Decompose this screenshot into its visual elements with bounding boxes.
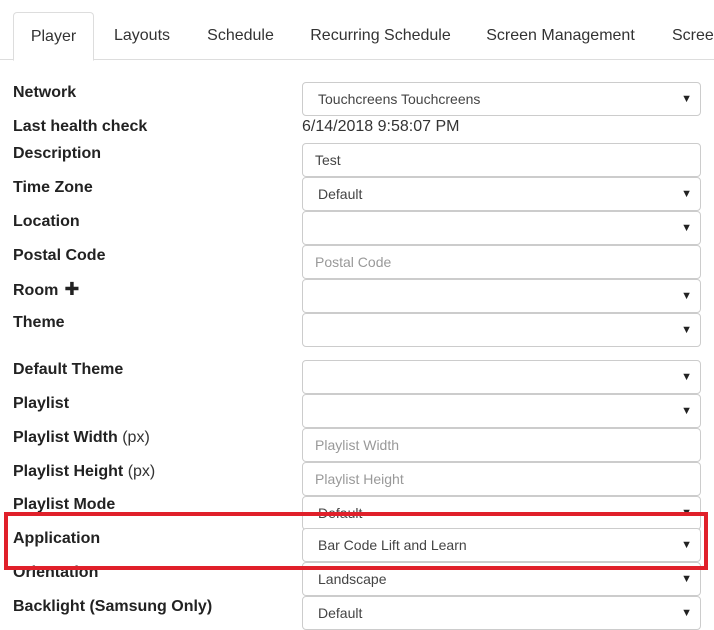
playlist-width-label: Playlist Width: [13, 429, 118, 446]
chevron-down-icon: ▼: [681, 405, 692, 417]
description-input[interactable]: Test: [302, 143, 701, 177]
network-label: Network: [13, 84, 77, 101]
description-label: Description: [13, 145, 102, 162]
chevron-down-icon: ▼: [681, 371, 692, 383]
tab-screen-management[interactable]: Screen Management: [472, 12, 649, 60]
room-label-group: Room ✚: [13, 280, 79, 300]
playlist-height-input[interactable]: Playlist Height: [302, 462, 701, 496]
postal-code-placeholder: Postal Code: [315, 254, 392, 270]
playlist-height-label: Playlist Height: [13, 463, 124, 480]
playlist-width-input[interactable]: Playlist Width: [302, 428, 701, 462]
theme-select[interactable]: ▼: [302, 313, 701, 347]
backlight-select[interactable]: Default ▼: [302, 596, 701, 630]
chevron-down-icon: ▼: [681, 290, 692, 302]
location-select[interactable]: ▼: [302, 211, 701, 245]
last-health-check-value: 6/14/2018 9:58:07 PM: [302, 118, 460, 135]
playlist-label: Playlist: [13, 395, 70, 412]
playlist-height-label-group: Playlist Height (px): [13, 463, 155, 481]
room-select[interactable]: ▼: [302, 279, 701, 313]
chevron-down-icon: ▼: [681, 222, 692, 234]
playlist-width-unit: (px): [122, 429, 150, 446]
postal-code-label: Postal Code: [13, 247, 106, 264]
backlight-label: Backlight (Samsung Only): [13, 598, 213, 615]
tab-player[interactable]: Player: [13, 12, 94, 61]
orientation-value: Landscape: [318, 571, 387, 587]
plus-icon[interactable]: ✚: [64, 280, 79, 298]
chevron-down-icon: ▼: [681, 188, 692, 200]
postal-code-input[interactable]: Postal Code: [302, 245, 701, 279]
chevron-down-icon: ▼: [681, 324, 692, 336]
time-zone-label: Time Zone: [13, 179, 93, 196]
playlist-select[interactable]: ▼: [302, 394, 701, 428]
tab-schedule[interactable]: Schedule: [192, 12, 289, 60]
playlist-height-placeholder: Playlist Height: [315, 471, 404, 487]
default-theme-label: Default Theme: [13, 361, 124, 378]
tab-layouts[interactable]: Layouts: [100, 12, 184, 60]
backlight-value: Default: [318, 605, 363, 621]
theme-label: Theme: [13, 314, 65, 331]
description-value: Test: [315, 152, 341, 168]
location-label: Location: [13, 213, 80, 230]
chevron-down-icon: ▼: [681, 607, 692, 619]
highlight-box: [4, 512, 708, 570]
network-value: Touchcreens Touchcreens: [318, 91, 481, 107]
playlist-width-placeholder: Playlist Width: [315, 437, 400, 453]
playlist-width-label-group: Playlist Width (px): [13, 429, 150, 447]
time-zone-value: Default: [318, 186, 363, 202]
last-health-check-label: Last health check: [13, 118, 148, 135]
room-label: Room: [13, 282, 59, 299]
tab-bar: Player Layouts Schedule Recurring Schedu…: [0, 0, 714, 61]
tab-screen-overflow[interactable]: Scree: [658, 12, 714, 60]
time-zone-select[interactable]: Default ▼: [302, 177, 701, 211]
playlist-height-unit: (px): [127, 463, 156, 480]
chevron-down-icon: ▼: [681, 93, 692, 105]
default-theme-select[interactable]: ▼: [302, 360, 701, 394]
network-select[interactable]: Touchcreens Touchcreens ▼: [302, 82, 701, 116]
tab-recurring-schedule[interactable]: Recurring Schedule: [296, 12, 465, 60]
